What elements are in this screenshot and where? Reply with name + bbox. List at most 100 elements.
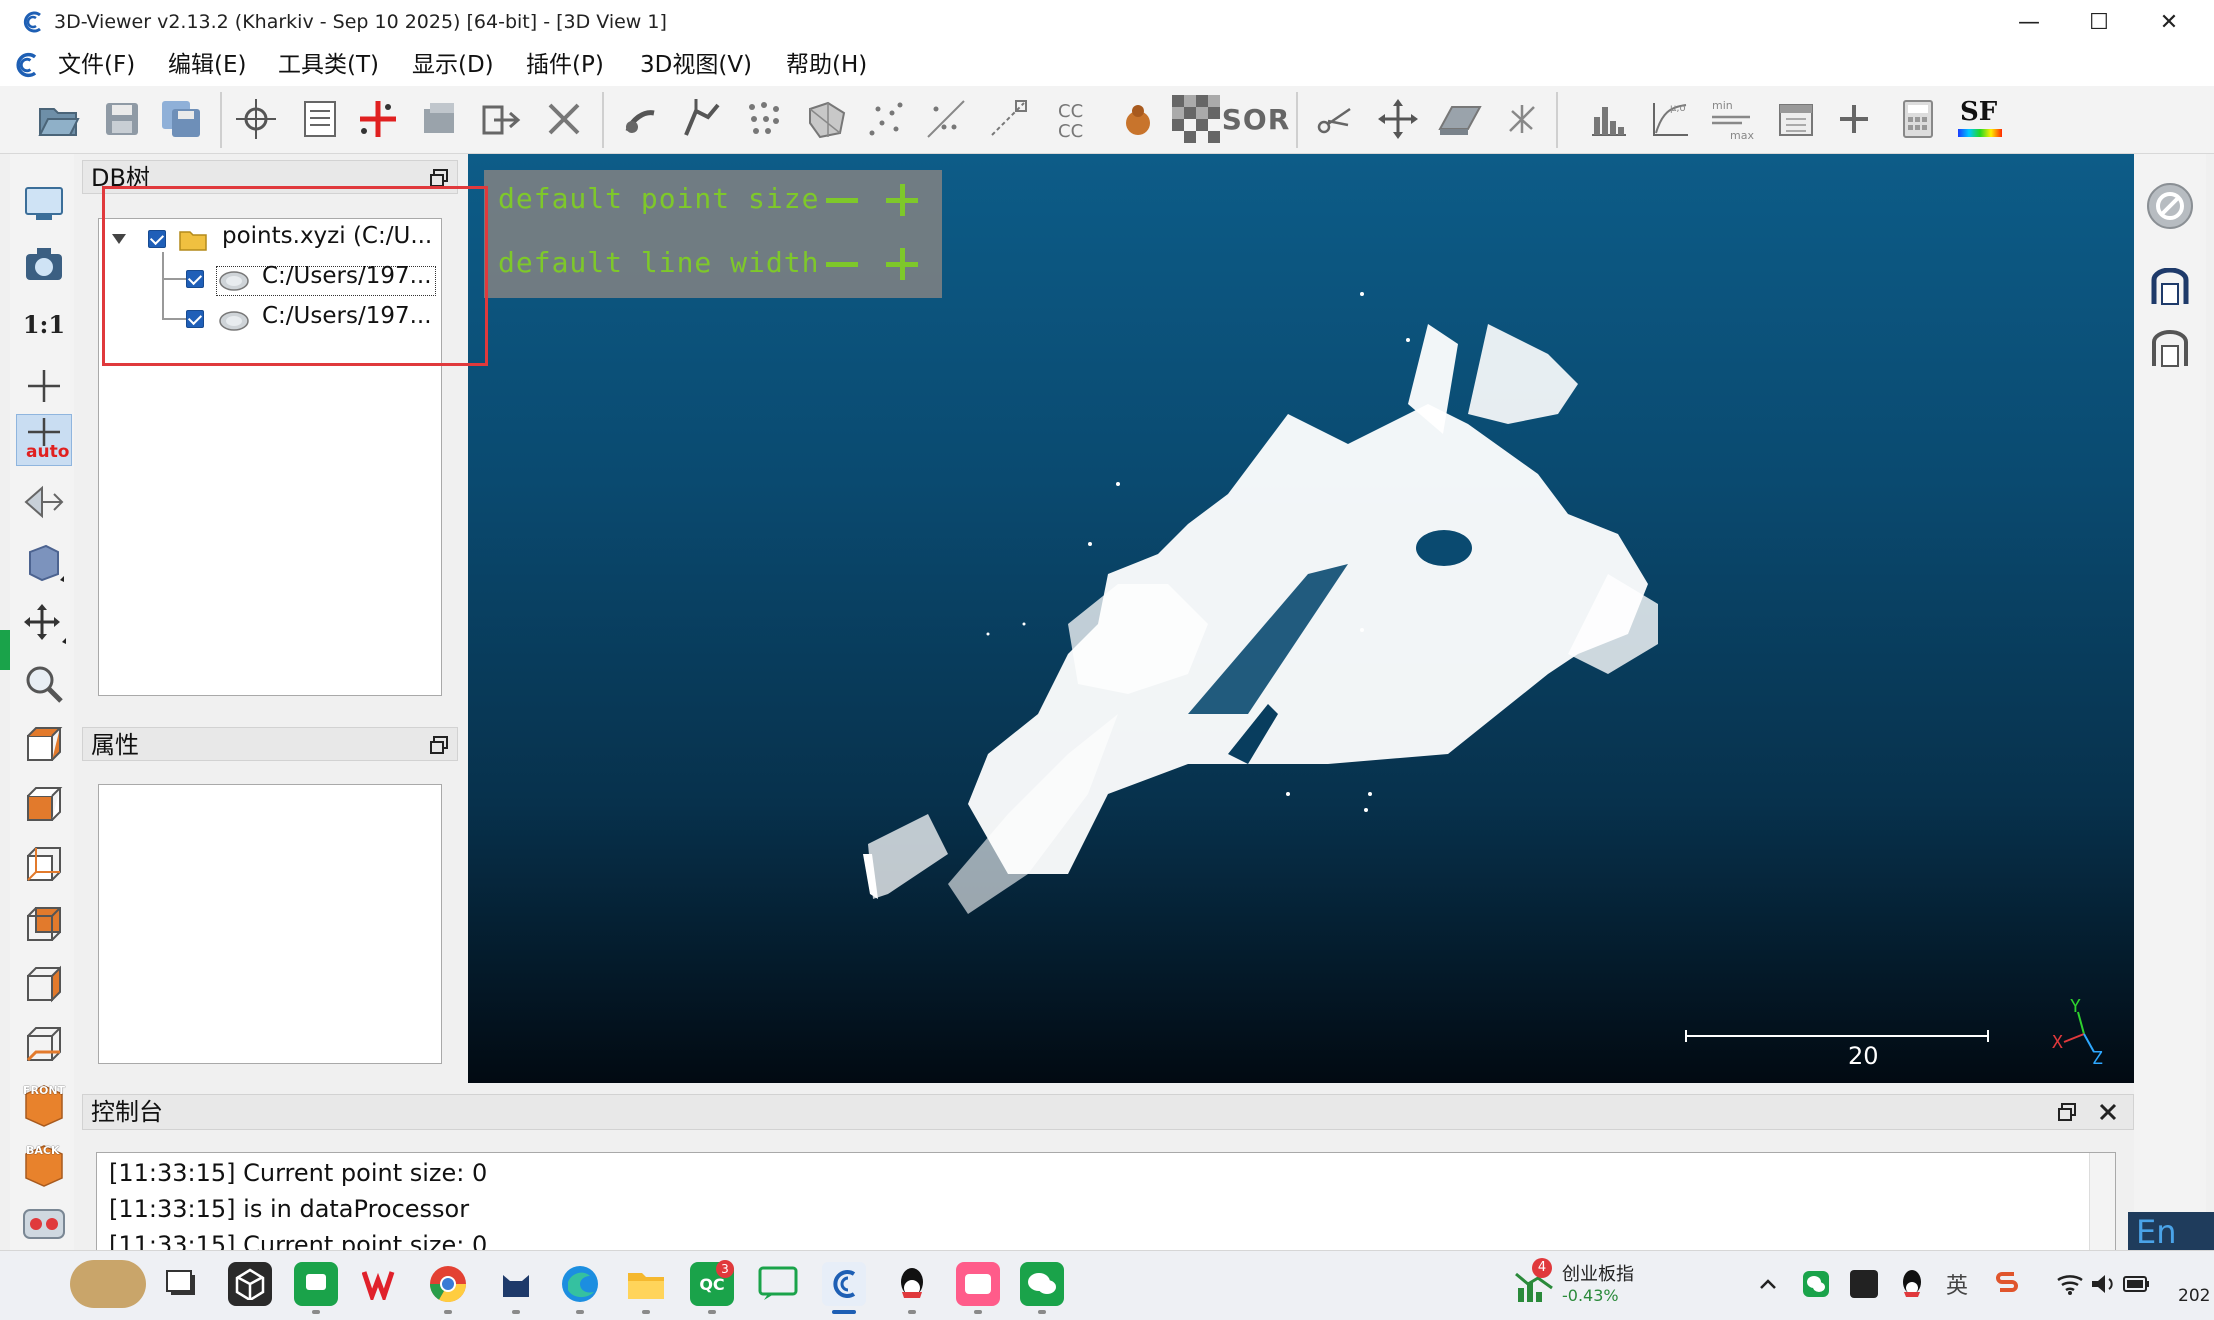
- ime-language[interactable]: 英: [1946, 1268, 1968, 1300]
- clipping-box-icon[interactable]: [2148, 267, 2192, 308]
- translate-icon[interactable]: [1374, 95, 1422, 143]
- qq-tray-icon[interactable]: [1898, 1268, 1926, 1300]
- wechat-icon[interactable]: [1020, 1262, 1064, 1306]
- point-size-minus-button[interactable]: [822, 180, 862, 220]
- file-explorer-icon[interactable]: [624, 1262, 668, 1306]
- float-panel-icon[interactable]: [429, 168, 449, 188]
- point-size-overlay: default point size default line width: [484, 170, 942, 298]
- minimize-button[interactable]: —: [1994, 0, 2064, 44]
- close-console-icon[interactable]: [2097, 1101, 2119, 1123]
- edge-icon[interactable]: [558, 1262, 602, 1306]
- zoom-1-to-1-button[interactable]: 1:1: [16, 298, 72, 350]
- merge-icon[interactable]: [416, 95, 464, 143]
- menu-edit[interactable]: 编辑(E): [168, 44, 246, 86]
- wechat-tray-icon[interactable]: [1802, 1270, 1830, 1298]
- object-view-icon[interactable]: [16, 536, 72, 588]
- plane-icon[interactable]: [1436, 95, 1484, 143]
- sor-filter-icon[interactable]: SOR: [1222, 95, 1290, 143]
- list-icon[interactable]: [296, 95, 344, 143]
- maximize-button[interactable]: ☐: [2064, 0, 2134, 44]
- disable-icon[interactable]: [2144, 180, 2196, 232]
- noise-filter-icon[interactable]: [1172, 95, 1220, 143]
- view-front-icon[interactable]: [16, 778, 72, 830]
- open-folder-icon[interactable]: [34, 95, 82, 143]
- widgets-icon[interactable]: [70, 1260, 146, 1308]
- perspective-icon[interactable]: [16, 476, 72, 528]
- clipping-box-alt-icon[interactable]: [2148, 330, 2192, 370]
- subsample-icon[interactable]: [862, 95, 910, 143]
- calculator-icon[interactable]: [1894, 95, 1942, 143]
- app-tray-icon[interactable]: [1850, 1270, 1878, 1298]
- view-right-icon[interactable]: [16, 958, 72, 1010]
- registration-icon[interactable]: [1498, 95, 1546, 143]
- unity-icon[interactable]: [228, 1262, 272, 1306]
- speaker-icon[interactable]: [2090, 1272, 2116, 1296]
- battery-icon[interactable]: [2122, 1272, 2152, 1296]
- view-bottom-icon[interactable]: [16, 1018, 72, 1070]
- zoom-icon[interactable]: [16, 658, 72, 710]
- front-iso-icon[interactable]: FRONT: [16, 1078, 72, 1130]
- desktop-icon[interactable]: [160, 1262, 204, 1306]
- 3d-viewer-taskbar-icon[interactable]: [822, 1262, 866, 1306]
- scissors-icon[interactable]: [1310, 95, 1358, 143]
- segment-icon[interactable]: [1114, 95, 1162, 143]
- screenshot-icon[interactable]: [16, 238, 72, 290]
- line-width-minus-button[interactable]: [822, 244, 862, 284]
- export-icon[interactable]: [478, 95, 526, 143]
- close-button[interactable]: ✕: [2134, 0, 2204, 44]
- statistics-icon[interactable]: μ,σ: [1646, 95, 1694, 143]
- music-app-icon[interactable]: [956, 1262, 1000, 1306]
- save-all-icon[interactable]: [158, 95, 206, 143]
- line-width-plus-button[interactable]: [882, 244, 922, 284]
- sample-points-icon[interactable]: [740, 95, 788, 143]
- s-tray-icon[interactable]: [1992, 1268, 2022, 1298]
- wifi-icon[interactable]: [2056, 1272, 2084, 1296]
- pivot-icon[interactable]: [16, 360, 72, 412]
- cat-app-icon[interactable]: [494, 1262, 538, 1306]
- pick-point-icon[interactable]: [232, 95, 280, 143]
- min-max-icon[interactable]: min max: [1708, 95, 1756, 143]
- cloud-compare-icon[interactable]: CC CC: [1052, 95, 1100, 143]
- delete-icon[interactable]: [540, 95, 588, 143]
- console-scrollbar[interactable]: [2089, 1153, 2115, 1257]
- add-point-icon[interactable]: [354, 95, 402, 143]
- normals-icon[interactable]: [616, 95, 664, 143]
- chevron-up-icon[interactable]: [1756, 1272, 1780, 1296]
- running-indicator: [576, 1310, 584, 1314]
- point-size-plus-button[interactable]: [882, 180, 922, 220]
- menu-help[interactable]: 帮助(H): [786, 44, 867, 86]
- auto-pivot-button[interactable]: auto: [16, 414, 72, 466]
- distance-icon[interactable]: [984, 95, 1032, 143]
- side-dock-tab[interactable]: [0, 630, 10, 670]
- menu-plugins[interactable]: 插件(P): [526, 44, 604, 86]
- orient-normals-icon[interactable]: [678, 95, 726, 143]
- add-sf-icon[interactable]: [1830, 95, 1878, 143]
- view-back-icon[interactable]: [16, 898, 72, 950]
- full-screen-icon[interactable]: [16, 178, 72, 230]
- view-left-icon[interactable]: [16, 838, 72, 890]
- ime-indicator[interactable]: En: [2128, 1212, 2214, 1252]
- menu-display[interactable]: 显示(D): [412, 44, 494, 86]
- scalar-field-icon[interactable]: SF: [1956, 95, 2004, 143]
- save-icon[interactable]: [98, 95, 146, 143]
- app-menu-icon[interactable]: [12, 50, 42, 80]
- float-panel-icon[interactable]: [2057, 1102, 2077, 1122]
- menu-file[interactable]: 文件(F): [58, 44, 135, 86]
- qq-icon[interactable]: [890, 1262, 934, 1306]
- wps-icon[interactable]: [360, 1262, 404, 1306]
- pan-icon[interactable]: [16, 598, 72, 650]
- calendar-icon[interactable]: [1772, 95, 1820, 143]
- running-indicator: [642, 1310, 650, 1314]
- chrome-icon[interactable]: [426, 1262, 470, 1306]
- message-icon[interactable]: [756, 1262, 800, 1306]
- chat-app-icon[interactable]: [294, 1262, 338, 1306]
- float-panel-icon[interactable]: [429, 735, 449, 755]
- menu-3dview[interactable]: 3D视图(V): [640, 44, 752, 86]
- stereo-icon[interactable]: [16, 1198, 72, 1250]
- histogram-icon[interactable]: [1584, 95, 1632, 143]
- back-iso-icon[interactable]: BACK: [16, 1138, 72, 1190]
- clone-icon[interactable]: [922, 95, 970, 143]
- mesh-icon[interactable]: [802, 95, 850, 143]
- view-top-icon[interactable]: [16, 718, 72, 770]
- menu-tools[interactable]: 工具类(T): [278, 44, 379, 86]
